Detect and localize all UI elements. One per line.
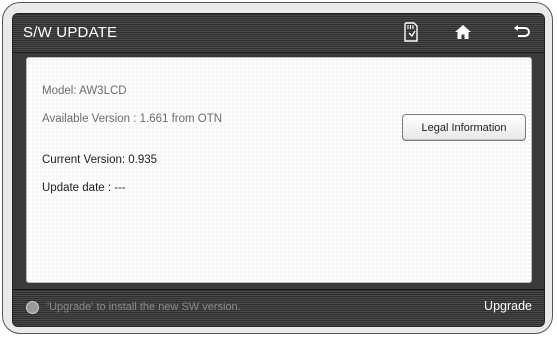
available-version-label: Available Version : 1.661 from OTN bbox=[42, 113, 223, 125]
title-bar: S/W UPDATE bbox=[13, 14, 544, 53]
sd-card-icon[interactable] bbox=[399, 20, 423, 44]
info-icon bbox=[26, 301, 39, 314]
update-date-label: Update date : --- bbox=[42, 182, 126, 194]
current-version-label: Current Version: 0.935 bbox=[42, 154, 158, 166]
model-label: Model: AW3LCD bbox=[42, 85, 127, 97]
upgrade-button[interactable]: Upgrade bbox=[484, 299, 532, 313]
screen: S/W UPDATE Model: AW3LCD Available Versi… bbox=[12, 13, 545, 327]
back-icon[interactable] bbox=[510, 20, 534, 44]
legal-information-button[interactable]: Legal Information bbox=[402, 114, 526, 141]
footer-hint: 'Upgrade' to install the new SW version. bbox=[47, 301, 241, 313]
page-title: S/W UPDATE bbox=[23, 24, 118, 41]
info-panel: Model: AW3LCD Available Version : 1.661 … bbox=[26, 57, 532, 283]
home-icon[interactable] bbox=[451, 20, 475, 44]
device-frame: S/W UPDATE Model: AW3LCD Available Versi… bbox=[2, 2, 553, 334]
bottom-bar: 'Upgrade' to install the new SW version.… bbox=[13, 289, 544, 326]
